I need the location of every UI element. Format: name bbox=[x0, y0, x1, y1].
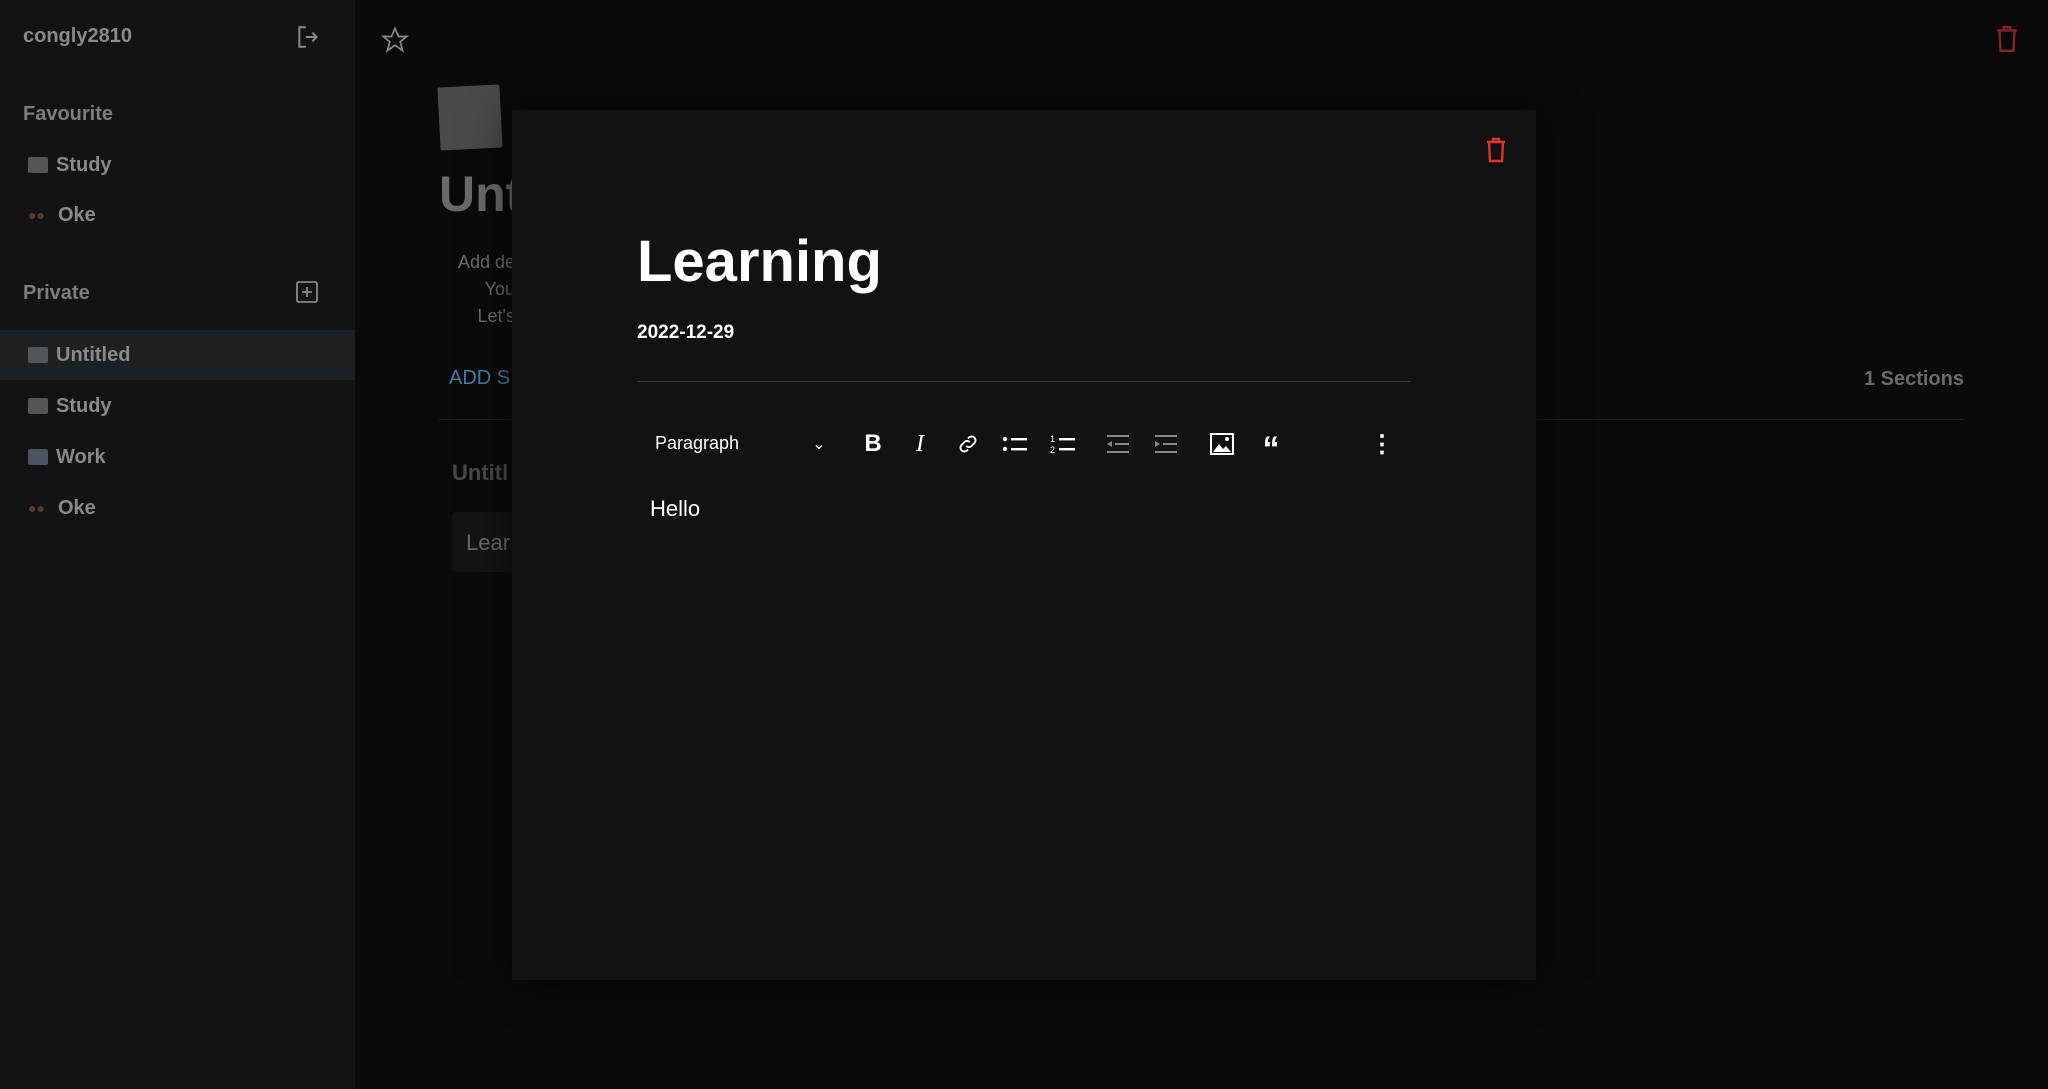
private-item-study[interactable]: Study bbox=[0, 381, 355, 431]
glasses-icon: ●● bbox=[28, 500, 45, 516]
numbered-list-icon[interactable]: 12 bbox=[1049, 428, 1077, 460]
item-label: Study bbox=[56, 394, 112, 417]
sections-count: 1 Sections bbox=[1863, 368, 1964, 390]
sidebar: congly2810 Favourite Study ●● Oke Private… bbox=[0, 0, 355, 1089]
bold-icon[interactable]: B bbox=[859, 428, 887, 460]
private-item-work[interactable]: Work bbox=[0, 432, 355, 482]
office-icon bbox=[28, 449, 48, 465]
favourite-item-oke[interactable]: ●● Oke bbox=[0, 190, 355, 240]
favourite-item-study[interactable]: Study bbox=[0, 140, 355, 190]
description-line: Add de bbox=[457, 252, 515, 272]
chevron-down-icon[interactable]: ⌄ bbox=[808, 428, 830, 460]
private-item-oke[interactable]: ●● Oke bbox=[0, 483, 355, 533]
delete-page-icon[interactable] bbox=[1994, 25, 2020, 58]
delete-task-icon[interactable] bbox=[1484, 136, 1508, 169]
description-line: You bbox=[484, 279, 515, 299]
task-title[interactable]: Learning bbox=[637, 228, 882, 295]
task-card-title: Lear bbox=[466, 530, 511, 555]
svg-text:2: 2 bbox=[1050, 445, 1055, 455]
indent-icon[interactable] bbox=[1152, 428, 1180, 460]
item-label: Work bbox=[56, 445, 106, 468]
svg-text:1: 1 bbox=[1050, 434, 1055, 444]
editor-content[interactable]: Hello bbox=[650, 496, 700, 522]
username: congly2810 bbox=[23, 25, 132, 47]
description-line: Let's bbox=[477, 306, 515, 326]
page-icon bbox=[28, 157, 48, 173]
divider bbox=[637, 381, 1411, 382]
page-icon bbox=[28, 347, 48, 363]
add-page-icon[interactable] bbox=[295, 280, 319, 309]
page-title[interactable]: Unt bbox=[439, 165, 522, 223]
link-icon[interactable] bbox=[954, 428, 982, 460]
item-label: Oke bbox=[58, 496, 96, 519]
item-label: Untitled bbox=[56, 343, 131, 366]
private-heading: Private bbox=[23, 282, 90, 304]
section-title[interactable]: Untitl bbox=[452, 460, 508, 486]
quote-icon[interactable]: “ bbox=[1257, 428, 1285, 468]
logout-icon[interactable] bbox=[295, 24, 321, 55]
task-date: 2022-12-29 bbox=[637, 322, 735, 343]
image-icon[interactable] bbox=[1208, 428, 1236, 460]
page-icon bbox=[28, 398, 48, 414]
star-icon[interactable] bbox=[380, 26, 410, 59]
italic-icon[interactable]: I bbox=[906, 428, 934, 460]
bullet-list-icon[interactable] bbox=[1001, 428, 1029, 460]
favourite-heading: Favourite bbox=[23, 103, 114, 125]
page-icon-large[interactable] bbox=[437, 84, 503, 151]
add-section-button[interactable]: ADD S bbox=[449, 367, 510, 390]
more-options-icon[interactable]: ⋮ bbox=[1370, 428, 1394, 460]
item-label: Study bbox=[56, 153, 112, 176]
block-type-select[interactable]: Paragraph bbox=[655, 433, 739, 454]
private-item-untitled[interactable]: Untitled bbox=[0, 330, 355, 380]
outdent-icon[interactable] bbox=[1104, 428, 1132, 460]
task-modal: Learning 2022-12-29 bbox=[512, 110, 1536, 980]
item-label: Oke bbox=[58, 203, 96, 226]
glasses-icon: ●● bbox=[28, 207, 45, 223]
